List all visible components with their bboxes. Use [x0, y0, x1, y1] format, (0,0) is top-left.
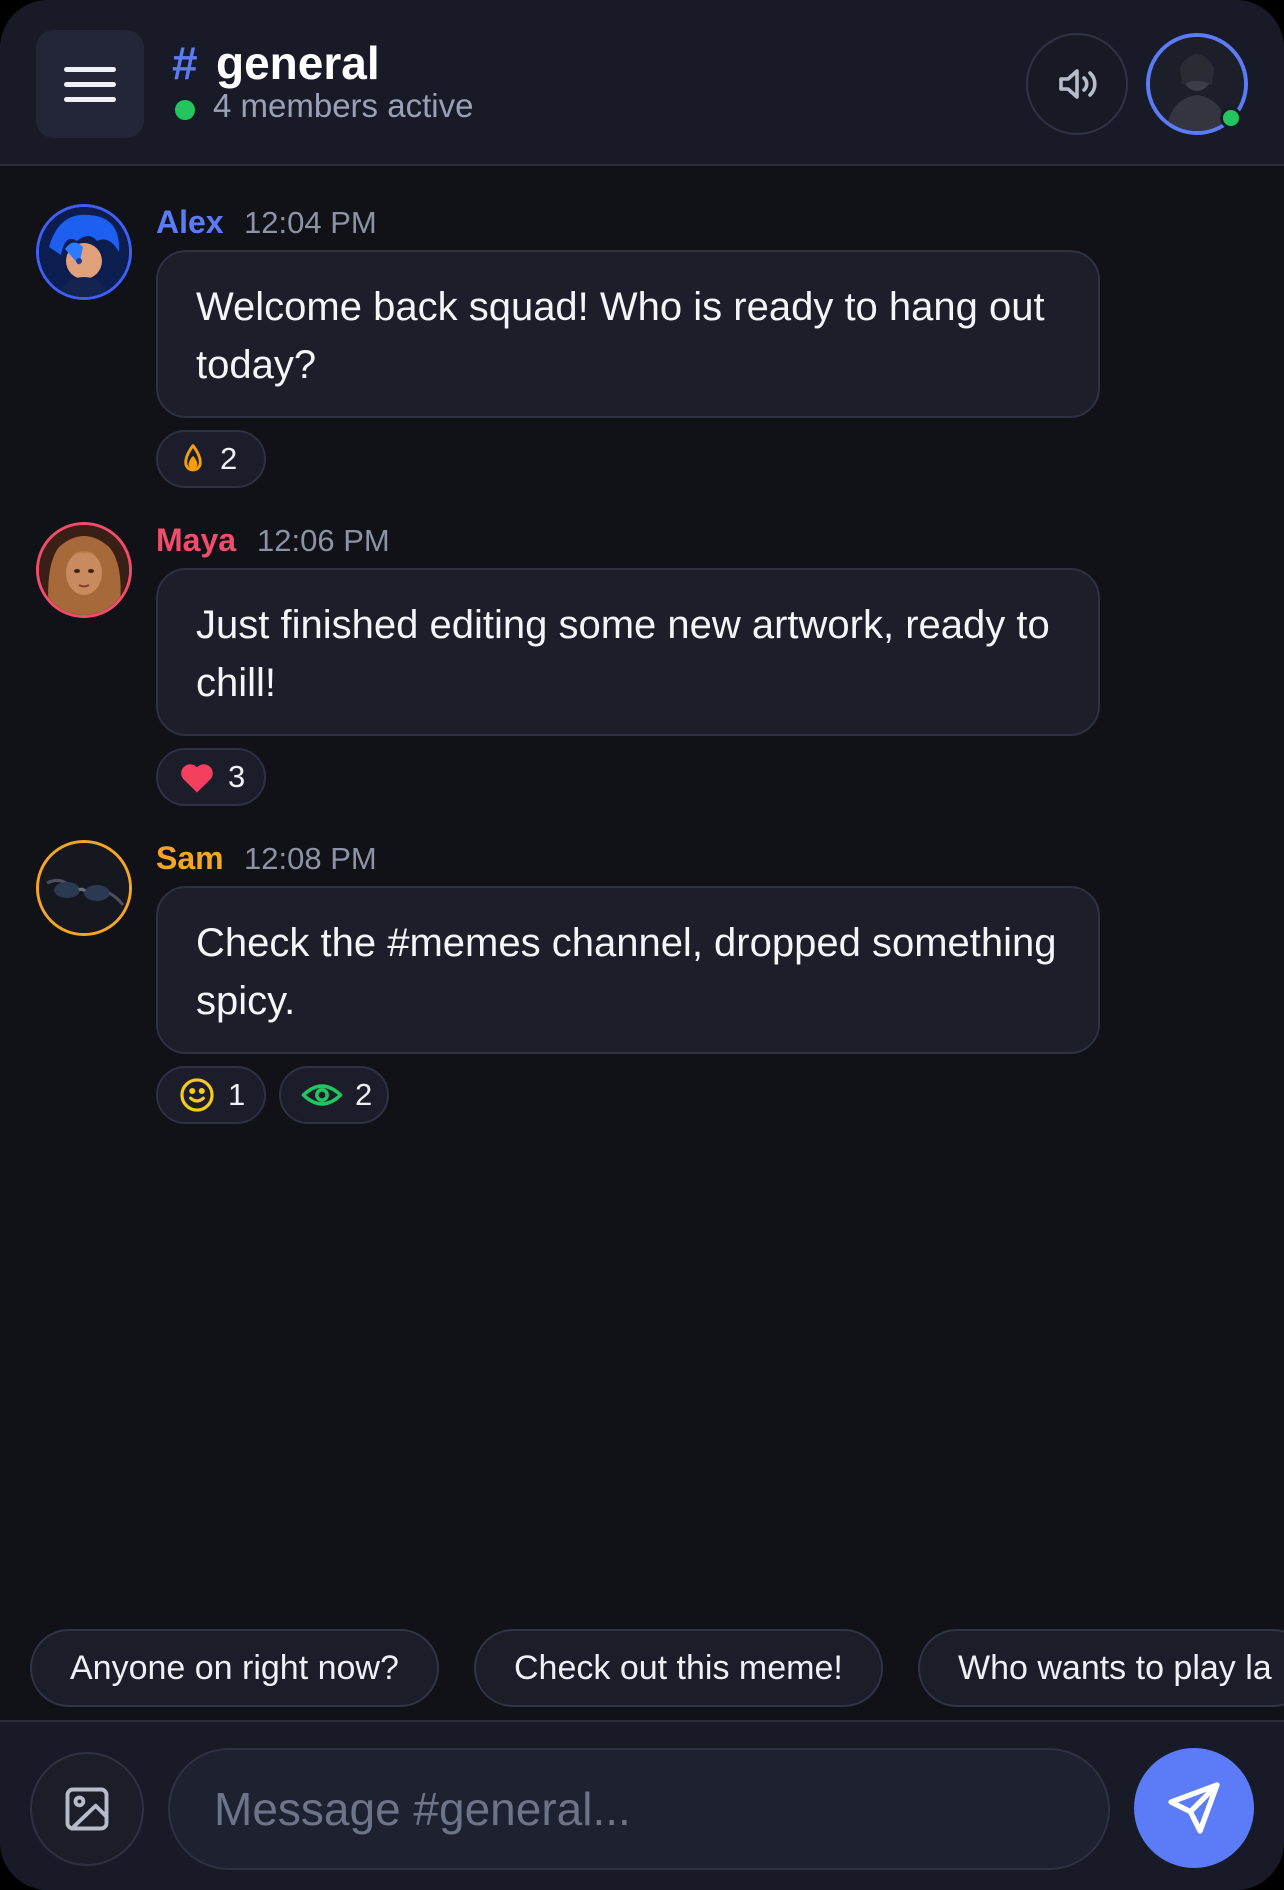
message-item: Sam 12:08 PM Check the #memes channel, d…: [0, 840, 1284, 1130]
reaction-pill[interactable]: 2: [156, 430, 266, 488]
message-author[interactable]: Maya: [156, 522, 236, 559]
message-time: 12:04 PM: [244, 205, 377, 240]
online-status-dot: [175, 100, 195, 120]
sound-button[interactable]: [1026, 33, 1128, 135]
avatar-sam[interactable]: [36, 840, 132, 936]
avatar-alex-image: [39, 207, 129, 297]
chat-app: # general 4 members active Alex 12:04 PM…: [0, 0, 1284, 1890]
message-time: 12:06 PM: [257, 523, 390, 558]
avatar-maya[interactable]: [36, 522, 132, 618]
quick-reply-chip[interactable]: Who wants to play la: [918, 1629, 1284, 1707]
profile-online-dot: [1220, 107, 1242, 129]
quick-reply-chip[interactable]: Check out this meme!: [474, 1629, 883, 1707]
menu-line: [64, 96, 116, 102]
smile-icon: [180, 1078, 214, 1112]
message-bubble: Just finished editing some new artwork, …: [156, 568, 1100, 736]
quick-reply-chip[interactable]: Anyone on right now?: [30, 1629, 439, 1707]
channel-title: general: [216, 37, 380, 89]
speaker-volume-icon: [1059, 69, 1097, 99]
reaction-count: 2: [220, 441, 238, 476]
channel-header: # general 4 members active: [0, 0, 1284, 166]
avatar-alex[interactable]: [36, 204, 132, 300]
avatar-maya-image: [39, 525, 129, 615]
message-composer: [0, 1720, 1284, 1890]
avatar-sam-image: [39, 843, 129, 933]
quick-replies: Anyone on right now? Check out this meme…: [30, 1629, 1284, 1707]
send-button[interactable]: [1134, 1748, 1254, 1868]
menu-line: [64, 81, 116, 87]
attach-image-button[interactable]: [30, 1752, 144, 1866]
message-input[interactable]: [168, 1748, 1110, 1870]
reaction-count: 2: [355, 1077, 373, 1112]
menu-line: [64, 66, 116, 72]
message-author[interactable]: Sam: [156, 840, 224, 877]
send-icon: [1168, 1782, 1220, 1834]
reaction-count: 1: [228, 1077, 246, 1112]
message-bubble: Welcome back squad! Who is ready to hang…: [156, 250, 1100, 418]
message-item: Alex 12:04 PM Welcome back squad! Who is…: [0, 204, 1284, 494]
heart-icon: [181, 764, 213, 793]
channel-hash-icon: #: [172, 37, 198, 89]
message-bubble: Check the #memes channel, dropped someth…: [156, 886, 1100, 1054]
message-item: Maya 12:06 PM Just finished editing some…: [0, 522, 1284, 812]
message-time: 12:08 PM: [244, 841, 377, 876]
members-active-text: 4 members active: [213, 87, 474, 124]
reaction-pill[interactable]: 1: [156, 1066, 266, 1124]
reaction-count: 3: [228, 759, 246, 794]
menu-button[interactable]: [36, 30, 144, 138]
reaction-pill[interactable]: 2: [279, 1066, 389, 1124]
image-icon: [65, 1787, 109, 1831]
eye-icon: [301, 1084, 343, 1106]
reaction-pill[interactable]: 3: [156, 748, 266, 806]
flame-icon: [184, 444, 202, 472]
message-author[interactable]: Alex: [156, 204, 224, 241]
